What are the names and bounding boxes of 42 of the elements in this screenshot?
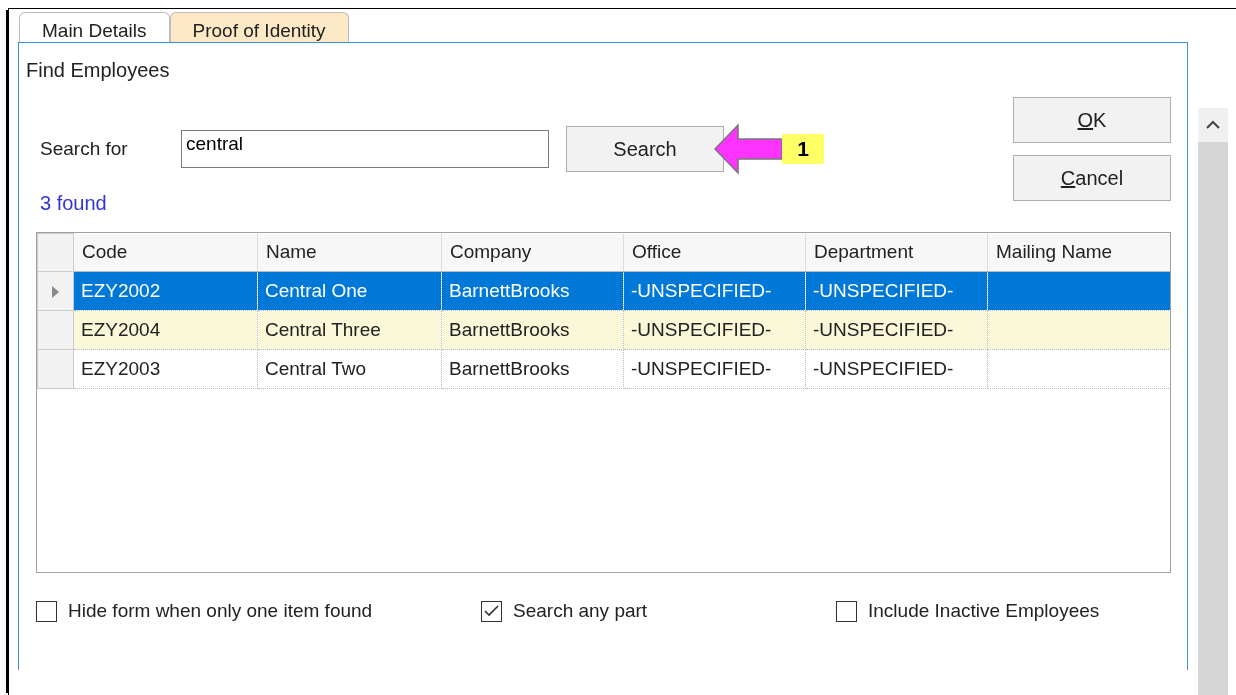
column-header[interactable]: Code: [73, 233, 258, 272]
dialog-title: Find Employees: [26, 58, 171, 83]
search-button[interactable]: Search: [566, 126, 724, 172]
column-header[interactable]: Department: [805, 233, 988, 272]
table-cell: EZY2002: [73, 271, 258, 311]
row-header[interactable]: [37, 271, 74, 311]
table-cell: BarnettBrooks: [441, 310, 624, 350]
annotation-number: 1: [782, 134, 824, 164]
annotation-arrow: [714, 123, 782, 175]
checkbox[interactable]: [481, 600, 502, 622]
tab[interactable]: Main Details: [19, 12, 170, 42]
table-cell: EZY2003: [73, 349, 258, 389]
checkbox-label: Search any part: [513, 599, 648, 623]
table-cell: Central Two: [257, 349, 442, 389]
ok-button[interactable]: OK: [1013, 97, 1171, 143]
table-cell: -UNSPECIFIED-: [623, 271, 806, 311]
table-cell: -UNSPECIFIED-: [805, 349, 988, 389]
column-header[interactable]: Name: [257, 233, 442, 272]
column-header[interactable]: Office: [623, 233, 806, 272]
cancel-button[interactable]: Cancel: [1013, 155, 1171, 201]
tab[interactable]: Proof of Identity: [169, 12, 349, 42]
checkbox[interactable]: [836, 600, 857, 622]
scroll-up-icon[interactable]: [1198, 108, 1228, 142]
column-header[interactable]: Company: [441, 233, 624, 272]
search-label: Search for: [40, 136, 129, 161]
current-row-icon: [51, 284, 60, 299]
table-cell: -UNSPECIFIED-: [805, 310, 988, 350]
table-cell: Central Three: [257, 310, 442, 350]
search-field[interactable]: central: [181, 130, 549, 168]
table-cell: -UNSPECIFIED-: [623, 349, 806, 389]
table-cell: BarnettBrooks: [441, 349, 624, 389]
checkbox[interactable]: [36, 600, 57, 622]
table-cell: -UNSPECIFIED-: [623, 310, 806, 350]
table-cell: -UNSPECIFIED-: [805, 271, 988, 311]
table-cell: EZY2004: [73, 310, 258, 350]
table-cell: Central One: [257, 271, 442, 311]
result-count: 3 found: [40, 191, 108, 216]
column-header[interactable]: Mailing Name: [987, 233, 1170, 272]
checkbox-label: Hide form when only one item found: [68, 599, 373, 623]
table-cell: BarnettBrooks: [441, 271, 624, 311]
scrollbar[interactable]: [1198, 108, 1228, 695]
checkbox-label: Include Inactive Employees: [868, 599, 1100, 623]
